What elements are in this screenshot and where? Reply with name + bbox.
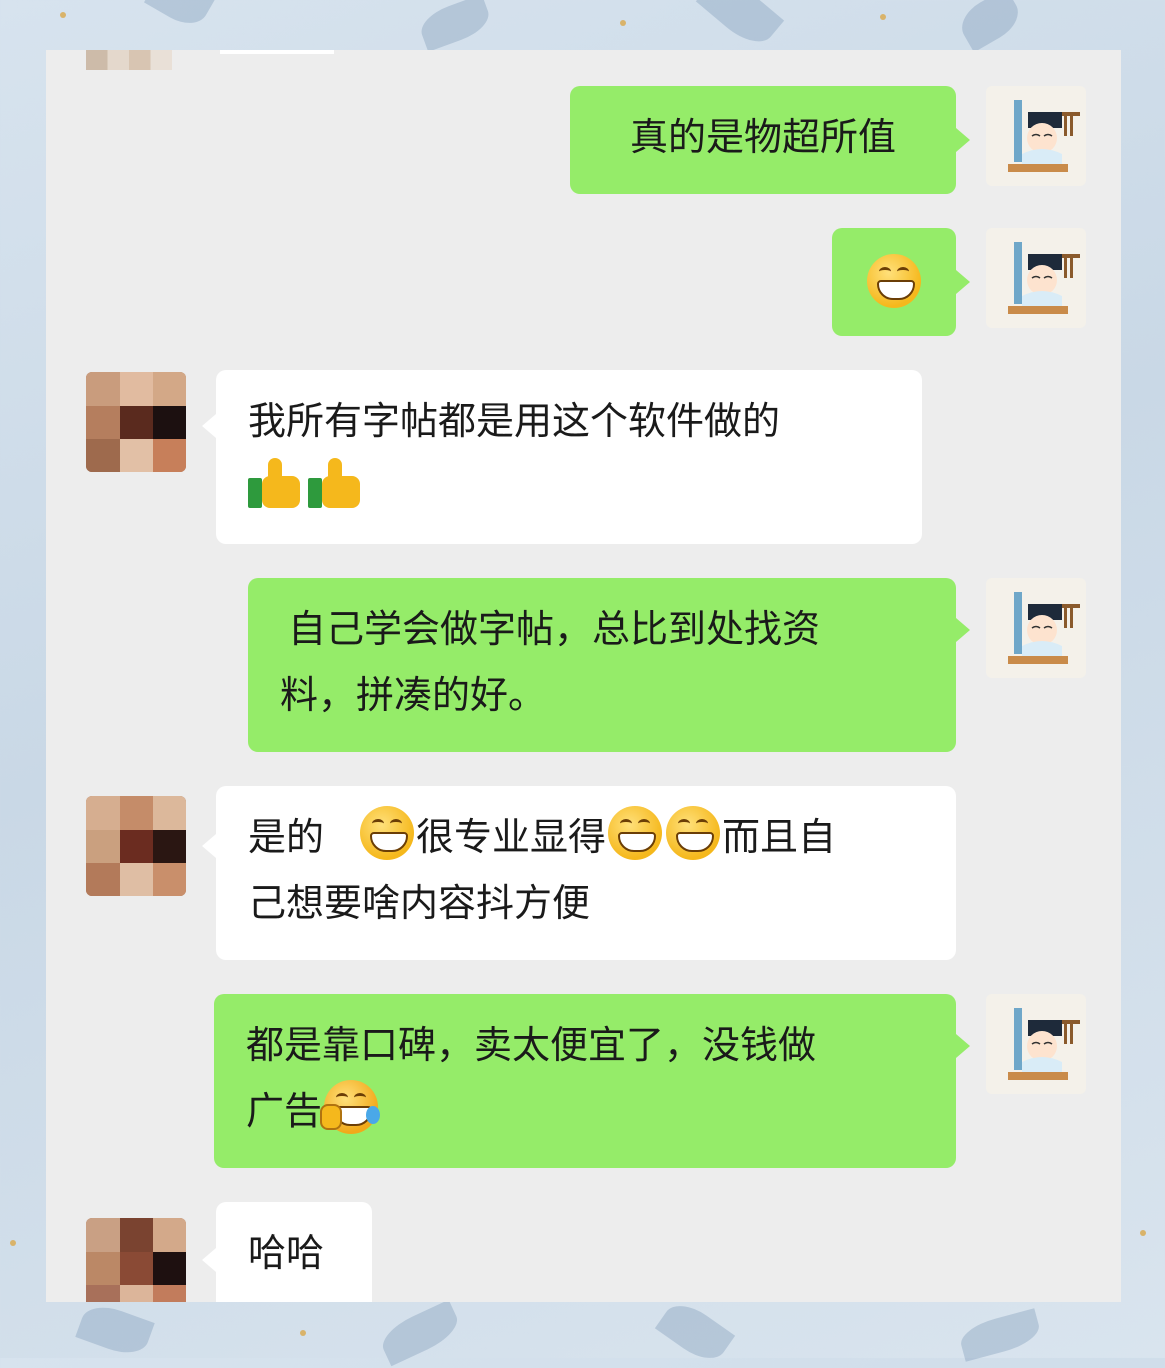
bubble-tail — [202, 1248, 216, 1272]
chat-panel: 真的是物超所值 我所有字帖都是用这个软件做的 自己学会做字帖，总比到处找资 料，… — [46, 50, 1121, 1302]
message-text-line: 己想要啥内容抖方便 — [248, 881, 591, 925]
grin-emoji — [360, 806, 415, 860]
grin-emoji — [867, 254, 921, 308]
emoji-row — [248, 454, 890, 520]
laugh-cry-emoji — [320, 1080, 381, 1134]
bubble-tail — [956, 618, 970, 642]
message-text: 而且自 — [722, 815, 837, 859]
scholar-avatar-icon[interactable] — [986, 86, 1086, 186]
pixelated-avatar[interactable] — [86, 372, 186, 472]
message-bubble-self[interactable] — [832, 228, 956, 336]
grin-emoji — [666, 806, 721, 860]
partial-bubble — [220, 50, 334, 54]
message-bubble-self[interactable]: 自己学会做字帖，总比到处找资 料，拼凑的好。 — [248, 578, 956, 752]
dot-decoration — [10, 1240, 16, 1246]
thumbs-up-emoji — [308, 458, 362, 508]
bubble-tail — [956, 128, 970, 152]
thumbs-up-emoji — [248, 458, 302, 508]
bubble-tail — [202, 834, 216, 858]
scholar-avatar-icon[interactable] — [986, 994, 1086, 1094]
bubble-tail — [956, 270, 970, 294]
message-text-line: 都是靠口碑，卖太便宜了，没钱做 — [246, 1023, 817, 1067]
message-bubble-self[interactable]: 都是靠口碑，卖太便宜了，没钱做 广告 — [214, 994, 956, 1168]
dot-decoration — [620, 20, 626, 26]
leaf-decoration — [75, 1299, 155, 1361]
message-text: 是的 — [248, 815, 325, 859]
leaf-decoration — [415, 0, 495, 52]
scholar-avatar-icon[interactable] — [986, 578, 1086, 678]
message-text: 真的是物超所值 — [629, 115, 896, 159]
grin-emoji — [608, 806, 663, 860]
message-bubble-self[interactable]: 真的是物超所值 — [570, 86, 956, 194]
message-text: 我所有字帖都是用这个软件做的 — [248, 399, 781, 443]
leaf-decoration — [144, 0, 216, 33]
scholar-avatar-icon[interactable] — [986, 228, 1086, 328]
message-text-line: 广告 — [246, 1078, 924, 1144]
message-text: 很专业显得 — [416, 815, 607, 859]
message-bubble-other[interactable]: 是的 很专业显得 而且自 己想要啥内容抖方便 — [216, 786, 956, 960]
pixelated-avatar[interactable] — [86, 796, 186, 896]
bubble-tail — [956, 1034, 970, 1058]
leaf-decoration — [695, 0, 785, 53]
message-text-line: 自己学会做字帖，总比到处找资 — [288, 607, 821, 651]
message-text: 广告 — [246, 1089, 323, 1133]
message-text-line: 是的 很专业显得 而且自 — [248, 804, 924, 870]
leaf-decoration — [956, 1308, 1044, 1362]
message-text: 哈哈 — [248, 1231, 325, 1275]
dot-decoration — [1140, 1230, 1146, 1236]
pixelated-avatar[interactable] — [86, 1218, 186, 1302]
message-bubble-other[interactable]: 哈哈 — [216, 1202, 372, 1302]
dot-decoration — [300, 1330, 306, 1336]
message-bubble-other[interactable]: 我所有字帖都是用这个软件做的 — [216, 370, 922, 544]
partial-avatar — [86, 50, 172, 70]
bubble-tail — [202, 414, 216, 438]
leaf-decoration — [954, 0, 1026, 53]
dot-decoration — [60, 12, 66, 18]
leaf-decoration — [376, 1299, 464, 1367]
leaf-decoration — [654, 1295, 736, 1368]
dot-decoration — [880, 14, 886, 20]
message-text-line: 料，拼凑的好。 — [280, 673, 547, 717]
